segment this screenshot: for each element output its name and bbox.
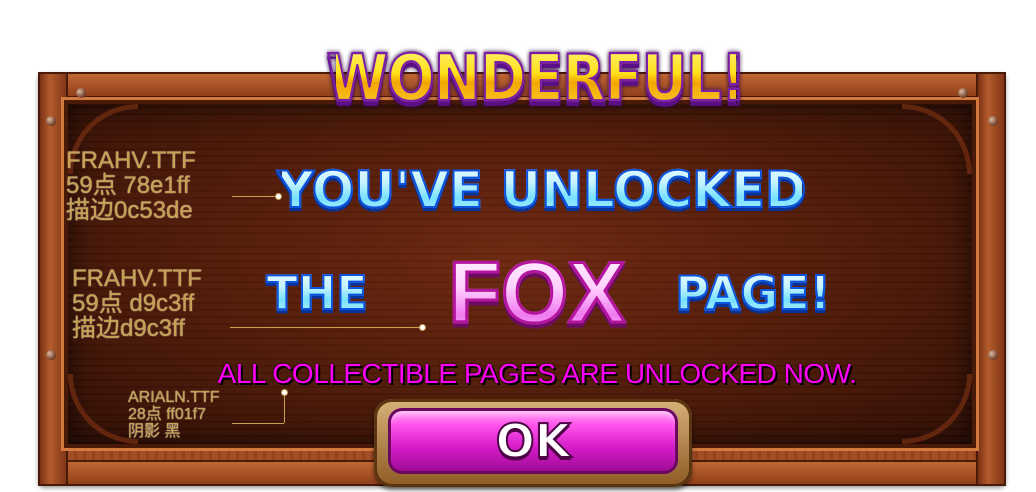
annotation-size-color: 59点 78e1ff <box>66 172 190 200</box>
annotation-font: ARIALN.TTF <box>128 389 220 406</box>
annotation-size-color: 59点 d9c3ff <box>72 290 195 318</box>
nail-icon <box>988 116 998 126</box>
dialog-title: WONDERFUL! <box>325 32 747 124</box>
nail-icon <box>76 88 86 98</box>
annotation-leader-dot <box>281 389 288 396</box>
annotation-size-color: 28点 ff01f7 <box>128 405 206 423</box>
unlocked-page-name: FOX <box>424 238 650 348</box>
annotation-leader-line <box>232 423 284 424</box>
annotation-subtext-style: ARIALN.TTF 28点 ff01f7 阴影 黑 <box>128 389 220 440</box>
annotation-leader-line <box>284 394 285 423</box>
annotation-leader-dot <box>275 193 282 200</box>
annotation-font: FRAHV.TTF <box>66 147 196 174</box>
annotation-stroke: 描边d9c3ff <box>72 315 185 343</box>
unlock-line: YOU'VE UNLOCKED <box>276 150 807 230</box>
nail-icon <box>988 350 998 360</box>
annotation-leader-line <box>232 196 278 197</box>
annotation-leader-line <box>230 327 422 328</box>
nail-icon <box>46 116 56 126</box>
unlock-subtext: ALL COLLECTIBLE PAGES ARE UNLOCKED NOW. <box>217 358 857 389</box>
unlock-line2-prefix: THE <box>262 258 372 328</box>
unlock-line2-suffix: PAGE! <box>668 258 838 328</box>
nail-icon <box>46 350 56 360</box>
ok-button-label: OK <box>495 413 572 469</box>
annotation-leader-dot <box>419 324 426 331</box>
annotation-stroke: 描边0c53de <box>66 197 193 225</box>
frame-right-post <box>976 72 1006 486</box>
annotation-line2-style: FRAHV.TTF 59点 d9c3ff 描边d9c3ff <box>72 266 202 342</box>
nail-icon <box>958 88 968 98</box>
annotation-line1-style: FRAHV.TTF 59点 78e1ff 描边0c53de <box>66 148 196 224</box>
annotation-stroke: 阴影 黑 <box>128 422 181 440</box>
ok-button[interactable]: OK <box>388 408 678 474</box>
annotation-font: FRAHV.TTF <box>72 265 202 292</box>
